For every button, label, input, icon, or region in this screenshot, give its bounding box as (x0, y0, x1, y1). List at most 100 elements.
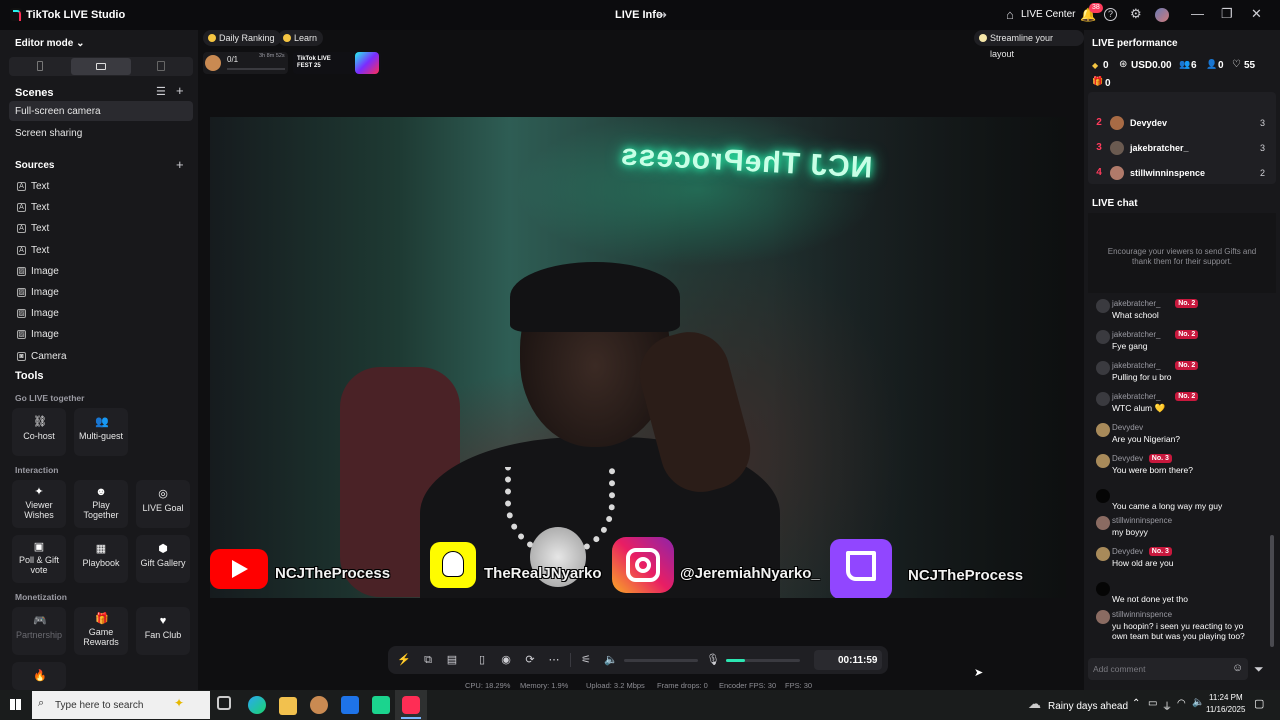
daily-ranking-button[interactable]: Daily Ranking (203, 30, 281, 46)
chevron-up-icon[interactable]: ⌃ (1132, 698, 1140, 709)
weather-text[interactable]: Rainy days ahead (1048, 701, 1128, 712)
viewer-wishes-button[interactable]: ✦ Viewer Wishes (12, 480, 66, 528)
game-rewards-button[interactable]: 🎁 Game Rewards (74, 607, 128, 655)
ghost-icon (442, 551, 464, 577)
network-icon[interactable]: ▭ (1148, 698, 1157, 709)
emoji-icon[interactable]: ☺ (1232, 662, 1243, 674)
minimize-icon[interactable]: — (1191, 7, 1204, 21)
speaker-icon[interactable]: 🔈 (604, 646, 618, 674)
chat-message[interactable]: You came a long way my guy (1088, 483, 1268, 513)
edge-icon[interactable] (248, 696, 266, 714)
source-item[interactable]: ▨ Image (15, 307, 185, 321)
ranking-row[interactable]: 4 stillwinninspence 2 (1088, 164, 1276, 182)
notification-center-icon[interactable]: ▢ (1254, 697, 1264, 710)
chat-message[interactable]: jakebratcher_ No. 2 WTC alum 💛 (1088, 390, 1268, 420)
clock-time[interactable]: 11:24 PM (1209, 693, 1243, 702)
sliders-icon[interactable]: ⚟ (579, 646, 593, 674)
task-view-icon[interactable] (217, 696, 231, 710)
right-panel: LIVE performance ◆ 0 ⊛ USD0.00 👥 6 👤 0 ♡… (1084, 30, 1280, 690)
chat-message[interactable]: We not done yet tho (1088, 576, 1268, 606)
app-monkey-icon[interactable] (310, 696, 328, 714)
source-item[interactable]: ▨ Image (15, 286, 185, 300)
live-fest-banner[interactable]: TikTok LIVE FEST 25 (293, 52, 381, 74)
layout-icon[interactable]: ▤ (445, 646, 459, 674)
microphone-icon[interactable]: 🎙 (706, 646, 720, 674)
source-item[interactable]: A Text (15, 201, 185, 215)
volume-icon[interactable]: 🔈 (1192, 697, 1204, 708)
tiktok-taskbar-button[interactable] (395, 690, 427, 720)
comment-input[interactable]: Add comment ☺ (1088, 658, 1248, 680)
playbook-button[interactable]: ▦ Playbook (74, 535, 128, 583)
avatar[interactable] (1155, 8, 1169, 22)
chat-message[interactable]: Devydev Are you Nigerian? (1088, 421, 1268, 451)
restore-icon[interactable]: ❐ (1221, 7, 1233, 21)
source-item[interactable]: A Text (15, 222, 185, 236)
gifter-ranking: 2 Devydev 3 3 jakebratcher_ 3 4 stillwinninspen… (1088, 92, 1276, 184)
settings-gear-icon[interactable]: ⚙ (1130, 7, 1142, 21)
streamline-layout-button[interactable]: Streamline your layout (974, 30, 1084, 59)
share-icon[interactable]: ↪ (656, 8, 667, 22)
learn-button[interactable]: Learn (278, 30, 324, 46)
add-source-icon[interactable]: + (176, 158, 184, 172)
phone-icon[interactable]: ▯ (475, 646, 489, 674)
fan-club-button[interactable]: ♥ Fan Club (136, 607, 190, 655)
goal-progress-bar (227, 68, 285, 70)
ranking-row[interactable]: 3 jakebratcher_ 3 (1088, 139, 1276, 157)
goal-widget[interactable]: 0/1 3h 8m 52s (203, 52, 288, 74)
ranking-row[interactable]: 2 Devydev 3 (1088, 114, 1276, 132)
wifi-icon[interactable]: ◠ (1177, 698, 1186, 709)
play-together-button[interactable]: ☻ Play Together (74, 480, 128, 528)
chat-message[interactable]: jakebratcher_ No. 2 Fye gang (1088, 328, 1268, 358)
gifters-count: 0 (1105, 78, 1111, 89)
close-icon[interactable]: ✕ (1251, 7, 1262, 21)
clock-date[interactable]: 11/16/2025 (1206, 705, 1245, 714)
partnership-button[interactable]: 🎮 Partnership (12, 607, 66, 655)
volume-slider[interactable] (624, 659, 698, 662)
chat-message[interactable]: Devydev No. 3 You were born there? (1088, 452, 1268, 482)
app-green-icon[interactable] (372, 696, 390, 714)
source-item[interactable]: A Text (15, 180, 185, 194)
magic-wand-icon[interactable]: ⚡ (397, 646, 411, 674)
poll-gift-vote-button[interactable]: ▣ Poll & Gift vote (12, 535, 66, 583)
source-item[interactable]: A Text (15, 244, 185, 258)
source-item[interactable]: ▨ Image (15, 328, 185, 342)
cohost-button[interactable]: ⛓ Co-host (12, 408, 66, 456)
more-icon[interactable]: ⋯ (547, 646, 561, 674)
live-goal-button[interactable]: ◎ LIVE Goal (136, 480, 190, 528)
usb-icon[interactable]: ⏚ (1162, 698, 1172, 713)
chat-scrollbar[interactable] (1270, 535, 1274, 647)
chat-message[interactable]: stillwinninspence my boyyy (1088, 514, 1268, 544)
scene-item-full-screen-camera[interactable]: Full-screen camera (9, 101, 193, 121)
portrait-layout-icon[interactable] (37, 61, 43, 71)
multiguest-button[interactable]: 👥 Multi-guest (74, 408, 128, 456)
app-blue-icon[interactable] (341, 696, 359, 714)
list-icon[interactable]: ☰ (156, 85, 166, 99)
source-item[interactable]: ▨ Image (15, 265, 185, 279)
live-goal-label: LIVE Goal (142, 503, 184, 513)
help-icon[interactable]: ? (1104, 8, 1117, 21)
more-tool-button[interactable]: 🔥 (12, 662, 66, 690)
taskbar-search[interactable]: ⌕ Type here to search ✦ (32, 691, 210, 719)
scene-item-screen-sharing[interactable]: Screen sharing (15, 128, 82, 139)
chat-text: We not done yet tho (1112, 594, 1188, 604)
replay-icon[interactable]: ⟳ (523, 646, 537, 674)
gift-gallery-button[interactable]: ⬢ Gift Gallery (136, 535, 190, 583)
filter-icon[interactable]: ⏷ (1254, 662, 1264, 677)
chat-message[interactable]: jakebratcher_ No. 2 Pulling for u bro (1088, 359, 1268, 389)
chat-username: jakebratcher_ (1112, 330, 1161, 339)
dual-layout-icon[interactable] (157, 61, 165, 71)
windows-start-icon[interactable] (10, 699, 21, 710)
file-explorer-icon[interactable] (279, 697, 297, 715)
add-scene-icon[interactable]: + (176, 84, 184, 98)
chat-message[interactable]: jakebratcher_ No. 2 What school (1088, 297, 1268, 327)
effects-icon[interactable]: ⧉ (421, 646, 435, 674)
live-center-button[interactable]: LIVE Center (1021, 9, 1075, 20)
mic-level-slider[interactable] (726, 659, 800, 662)
landscape-layout-button[interactable] (71, 58, 131, 75)
chat-message[interactable]: stillwinninspence yu hoopin? i seen yu re… (1088, 608, 1268, 641)
camera-preview[interactable]: NCJ TheProcess NCJTheProcess TheRealJNya… (210, 117, 1066, 598)
editor-mode-dropdown[interactable]: Editor mode ⌄ (15, 38, 85, 49)
chat-message[interactable]: Devydev No. 3 How old are you (1088, 545, 1268, 575)
record-icon[interactable]: ◉ (499, 646, 513, 674)
image-icon: ▨ (17, 288, 26, 297)
